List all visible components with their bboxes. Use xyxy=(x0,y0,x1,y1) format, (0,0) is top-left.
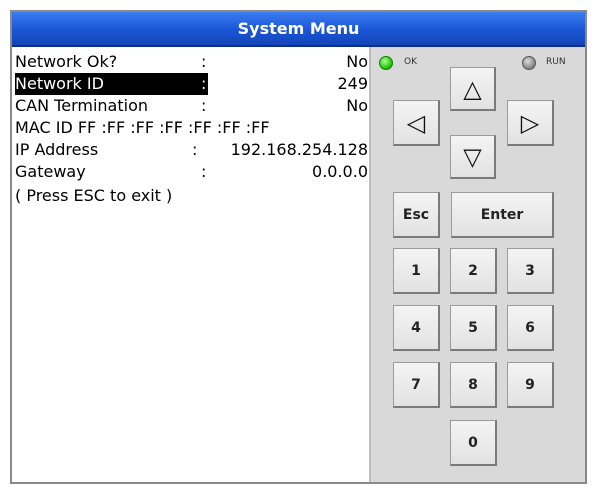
network-ok-label: Network Ok? xyxy=(15,52,118,71)
ip-address-value: 192.168.254.128 xyxy=(230,140,368,159)
left-arrow-icon: ◁ xyxy=(406,108,426,137)
gateway-label: Gateway xyxy=(15,162,86,181)
network-id-colon: : xyxy=(201,74,207,93)
run-led-indicator xyxy=(522,56,536,70)
network-ok-row: Network Ok? : No xyxy=(15,51,368,73)
down-arrow-icon: ▽ xyxy=(463,142,482,171)
ok-led-label: OK xyxy=(404,57,417,67)
mac-id-text: MAC ID FF :FF :FF :FF :FF :FF :FF xyxy=(15,118,270,137)
digit-5-button[interactable]: 5 xyxy=(450,305,497,351)
gateway-colon: : xyxy=(201,162,207,181)
keypad-panel: OK RUN △ ◁ ▷ ▽ Esc Enter 1 2 3 4 5 6 7 8… xyxy=(371,47,585,482)
up-arrow-icon: △ xyxy=(463,74,482,103)
digit-8-button[interactable]: 8 xyxy=(450,362,497,408)
title-bar: System Menu xyxy=(12,12,585,47)
digit-4-button[interactable]: 4 xyxy=(393,305,440,351)
ip-address-colon: : xyxy=(192,140,198,159)
network-id-row[interactable]: Network ID : 249 xyxy=(15,73,368,95)
network-ok-colon: : xyxy=(201,52,207,71)
ok-led-indicator xyxy=(379,56,393,70)
enter-button[interactable]: Enter xyxy=(451,192,554,238)
digit-3-button[interactable]: 3 xyxy=(507,248,554,294)
run-led-label: RUN xyxy=(546,57,566,67)
mac-id-row: MAC ID FF :FF :FF :FF :FF :FF :FF xyxy=(15,117,368,139)
can-termination-colon: : xyxy=(201,96,207,115)
left-arrow-button[interactable]: ◁ xyxy=(393,100,440,146)
gateway-value: 0.0.0.0 xyxy=(312,162,368,181)
window-title: System Menu xyxy=(237,19,360,38)
network-id-label: Network ID xyxy=(15,73,208,95)
esc-button[interactable]: Esc xyxy=(393,192,440,238)
right-arrow-icon: ▷ xyxy=(520,108,540,137)
ip-address-row: IP Address : 192.168.254.128 xyxy=(15,139,368,161)
digit-2-button[interactable]: 2 xyxy=(450,248,497,294)
down-arrow-button[interactable]: ▽ xyxy=(450,135,496,179)
right-arrow-button[interactable]: ▷ xyxy=(507,100,554,146)
ip-address-label: IP Address xyxy=(15,140,99,159)
can-termination-row: CAN Termination : No xyxy=(15,95,368,117)
exit-hint-row: ( Press ESC to exit ) xyxy=(15,185,368,207)
can-termination-label: CAN Termination xyxy=(15,96,148,115)
exit-hint: ( Press ESC to exit ) xyxy=(15,186,173,205)
digit-7-button[interactable]: 7 xyxy=(393,362,440,408)
gateway-row: Gateway : 0.0.0.0 xyxy=(15,161,368,183)
network-id-value: 249 xyxy=(337,74,368,93)
can-termination-value: No xyxy=(346,96,368,115)
digit-9-button[interactable]: 9 xyxy=(507,362,554,408)
digit-6-button[interactable]: 6 xyxy=(507,305,554,351)
system-menu-window: System Menu Network Ok? : No Network ID … xyxy=(10,10,587,484)
digit-1-button[interactable]: 1 xyxy=(393,248,440,294)
display-screen: Network Ok? : No Network ID : 249 CAN Te… xyxy=(12,47,371,482)
digit-0-button[interactable]: 0 xyxy=(450,420,497,466)
up-arrow-button[interactable]: △ xyxy=(450,67,496,111)
network-ok-value: No xyxy=(346,52,368,71)
